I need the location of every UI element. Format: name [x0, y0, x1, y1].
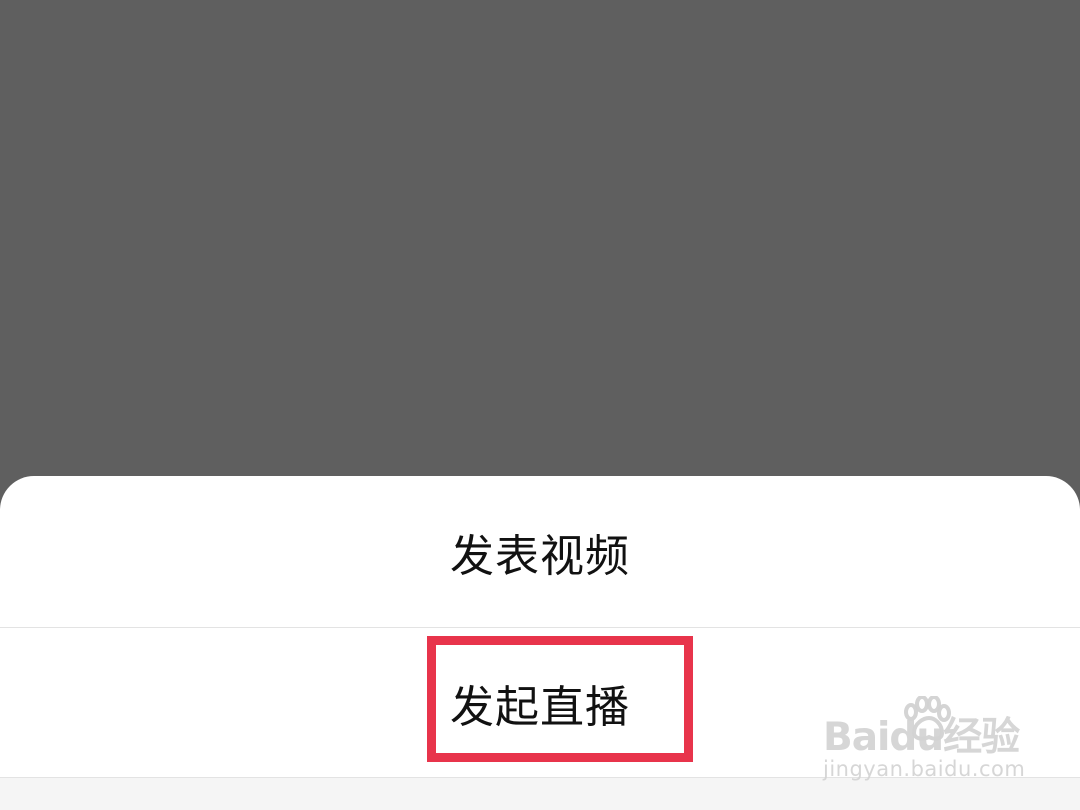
start-live-option[interactable]: 发起直播 — [0, 628, 1080, 777]
bottom-strip — [0, 778, 1080, 810]
publish-video-label: 发表视频 — [450, 530, 630, 582]
action-sheet: 发表视频 发起直播 Baidu经验 jingyan.baidu.com — [0, 476, 1080, 810]
publish-video-option[interactable]: 发表视频 — [0, 476, 1080, 627]
start-live-label: 发起直播 — [450, 681, 630, 733]
